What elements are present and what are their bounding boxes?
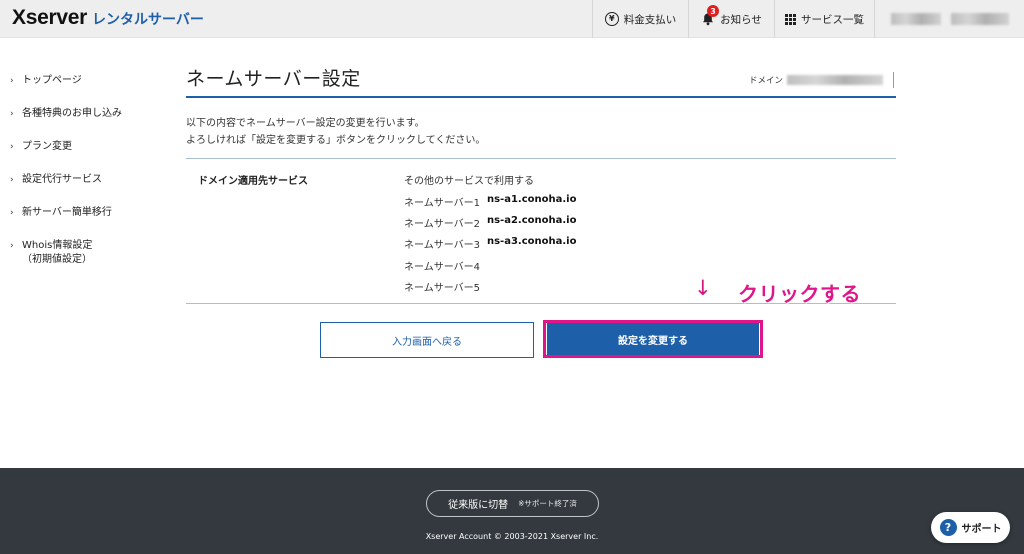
table-divider-top: [186, 158, 896, 159]
sidebar-item-plan-change[interactable]: › プラン変更: [10, 140, 160, 173]
services-list-label: サービス一覧: [801, 13, 864, 26]
down-arrow-icon: ↓: [694, 276, 712, 300]
chevron-right-icon: ›: [10, 175, 14, 185]
domain-name-redacted: [787, 75, 884, 85]
user-name-redacted: [950, 13, 1009, 25]
sidebar-nav: › トップページ › 各種特典のお申し込み › プラン変更 › 設定代行サービス…: [10, 74, 160, 272]
sidebar-item-benefits[interactable]: › 各種特典のお申し込み: [10, 107, 160, 140]
sidebar-item-label: 各種特典のお申し込み: [22, 108, 122, 119]
top-header: Xserver レンタルサーバー ¥ 料金支払い 3 お知らせ サービス一覧: [0, 0, 1024, 38]
page-title: ネームサーバー設定: [186, 68, 361, 90]
chevron-right-icon: ›: [10, 241, 14, 251]
yen-icon: ¥: [604, 12, 619, 26]
domain-label: ドメイン: [749, 76, 784, 86]
sidebar-item-label: 新サーバー簡単移行: [22, 207, 112, 218]
xserver-logo[interactable]: Xserver レンタルサーバー: [12, 6, 204, 32]
logo-main-text: Xserver: [12, 6, 87, 29]
intro-text: 以下の内容でネームサーバー設定の変更を行います。 よろしければ「設定を変更する」…: [186, 115, 485, 149]
sidebar-item-top-page[interactable]: › トップページ: [10, 74, 160, 107]
switch-legacy-label: 従来版に切替: [448, 500, 509, 511]
chevron-right-icon: ›: [10, 208, 14, 218]
switch-legacy-button[interactable]: 従来版に切替 ※サポート終了済: [426, 490, 599, 517]
nameserver-value: ns-a1.conoha.io: [486, 194, 577, 205]
legacy-support-note: ※サポート終了済: [518, 499, 577, 508]
logo-sub-text: レンタルサーバー: [91, 12, 204, 28]
service-value: その他のサービスで利用する: [404, 172, 534, 187]
service-row-label: ドメイン適用先サービス: [198, 176, 308, 187]
service-value-text: その他のサービスで利用する: [404, 176, 534, 187]
services-list-link[interactable]: サービス一覧: [774, 0, 874, 38]
notifications-label: お知らせ: [720, 13, 762, 26]
nameserver-value: ns-a3.conoha.io: [486, 236, 577, 247]
notification-count-badge: 3: [707, 5, 720, 17]
user-account-menu[interactable]: [874, 0, 1024, 38]
copyright-text: Xserver Account © 2003-2021 Xserver Inc.: [425, 532, 599, 541]
intro-line: よろしければ「設定を変更する」ボタンをクリックしてください。: [186, 135, 486, 146]
fee-payment-label: 料金支払い: [623, 13, 677, 26]
apply-settings-button[interactable]: 設定を変更する: [547, 323, 759, 355]
back-to-input-button[interactable]: 入力画面へ戻る: [320, 322, 534, 358]
click-annotation: クリックする: [738, 282, 861, 306]
nameserver-label: ネームサーバー5: [404, 283, 480, 294]
sidebar-item-setup-service[interactable]: › 設定代行サービス: [10, 173, 160, 206]
sidebar-item-label: Whois情報設定 （初期値設定）: [22, 240, 93, 265]
user-id-redacted: [890, 13, 941, 25]
intro-line: 以下の内容でネームサーバー設定の変更を行います。: [186, 118, 425, 129]
notifications-link[interactable]: 3 お知らせ: [688, 0, 774, 38]
nameserver-label: ネームサーバー4: [404, 262, 480, 273]
fee-payment-link[interactable]: ¥ 料金支払い: [592, 0, 688, 38]
domain-indicator: ドメイン: [749, 72, 895, 88]
sidebar-item-label: 設定代行サービス: [22, 174, 102, 185]
divider: [893, 72, 895, 88]
nameserver-row: ネームサーバー5: [404, 279, 487, 294]
title-divider: [186, 96, 896, 98]
sidebar-item-label: プラン変更: [22, 141, 72, 152]
support-label: サポート: [961, 524, 1002, 535]
sidebar-item-whois[interactable]: › Whois情報設定 （初期値設定）: [10, 239, 160, 272]
sidebar-item-label: トップページ: [22, 75, 82, 86]
nameserver-row: ネームサーバー4: [404, 258, 487, 273]
nameserver-row: ネームサーバー1 ns-a1.conoha.io: [404, 194, 576, 209]
nameserver-label: ネームサーバー2: [404, 219, 480, 230]
support-button[interactable]: ? サポート: [931, 512, 1010, 543]
nameserver-label: ネームサーバー1: [404, 198, 480, 209]
question-icon: ?: [939, 519, 957, 536]
nameserver-row: ネームサーバー3 ns-a3.conoha.io: [404, 236, 576, 251]
chevron-right-icon: ›: [10, 142, 14, 152]
bell-icon: 3: [701, 5, 720, 26]
sidebar-item-server-migration[interactable]: › 新サーバー簡単移行: [10, 206, 160, 239]
chevron-right-icon: ›: [10, 109, 14, 119]
nameserver-value: ns-a2.conoha.io: [486, 215, 577, 226]
nameserver-row: ネームサーバー2 ns-a2.conoha.io: [404, 215, 576, 230]
chevron-right-icon: ›: [10, 76, 14, 86]
nameserver-label: ネームサーバー3: [404, 240, 480, 251]
grid-icon: [785, 13, 796, 25]
